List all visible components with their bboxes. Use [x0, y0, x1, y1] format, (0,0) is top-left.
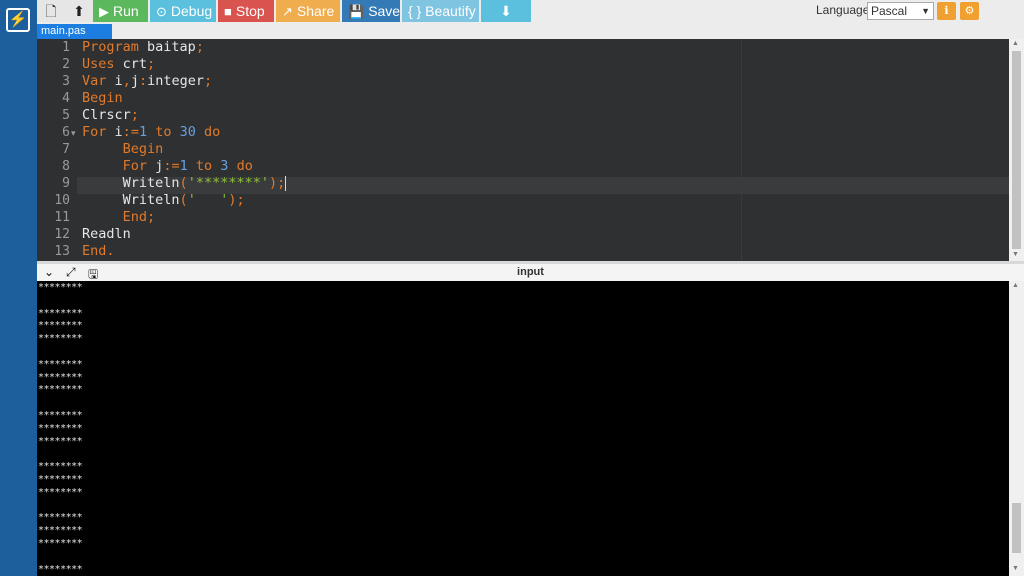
code-line: For i:=1 to 30 do [82, 124, 221, 140]
lightning-logo-icon[interactable]: ⚡ [6, 8, 30, 32]
console-line: ******** [38, 371, 83, 383]
console-line: ******** [38, 410, 83, 421]
toolbar: 🗋 ⬆ ▶ Run ⊙ Debug ■ Stop ↗ Share 💾 Save { } B… [37, 0, 1024, 22]
output-console[interactable]: ******** ******** ******** ******** ********… [37, 281, 1009, 576]
line-number: 5 [62, 108, 70, 123]
scroll-up-icon[interactable]: ▲ [1012, 282, 1019, 289]
debug-button[interactable]: ⊙ Debug [150, 0, 216, 22]
new-file-icon[interactable]: 🗋 [37, 0, 65, 22]
console-line: ******** [38, 461, 83, 473]
console-line: ******** [38, 384, 83, 396]
left-sidebar: ⚡ [0, 0, 37, 576]
line-number: 12 [54, 227, 70, 242]
line-number: 6 [62, 125, 70, 140]
download-icon: ⬇ [500, 3, 512, 19]
console-scrollbar[interactable]: ▲ ▼ [1009, 281, 1024, 576]
code-line: Writeln(' '); [122, 192, 245, 208]
code-line: Begin [82, 90, 123, 106]
debug-icon: ⊙ [156, 4, 167, 19]
line-number: 9 [62, 176, 70, 191]
line-number: 1 [62, 40, 70, 55]
scroll-down-icon[interactable]: ▼ [1012, 565, 1019, 572]
console-line: ******** [38, 320, 83, 332]
line-number: 2 [62, 57, 70, 72]
line-number: 7 [62, 142, 70, 157]
code-line: Readln [82, 226, 131, 242]
upload-icon[interactable]: ⬆ [65, 0, 93, 22]
code-line: Clrscr; [82, 107, 139, 123]
code-line: Var i,j:integer; [82, 73, 213, 89]
code-line: Begin [122, 141, 164, 157]
download-button[interactable]: ⬇ [481, 0, 531, 22]
code-line: For j:=1 to 3 do [122, 158, 253, 174]
line-number: 11 [54, 210, 70, 225]
line-number: 4 [62, 91, 70, 106]
console-line: ******** [38, 563, 83, 575]
scrollbar-thumb[interactable] [1012, 51, 1021, 249]
console-line: ******** [38, 282, 83, 293]
output-header: ⌄ ⤢ 🖫 input [37, 264, 1024, 281]
fold-arrow-icon[interactable]: ▾ [71, 128, 76, 139]
console-line: ******** [38, 474, 83, 485]
code-line: End; [122, 209, 156, 225]
save-icon: 💾 [348, 4, 365, 19]
tab-main-pas[interactable]: main.pas [37, 24, 112, 39]
scroll-up-icon[interactable]: ▲ [1012, 40, 1019, 47]
code-line: Program baitap; [82, 39, 204, 55]
share-button[interactable]: ↗ Share [276, 0, 340, 22]
console-line: ******** [38, 435, 83, 447]
gear-icon[interactable]: ⚙ [960, 2, 979, 20]
console-line: ******** [38, 333, 83, 345]
console-line: ******** [38, 512, 83, 524]
line-number: 10 [54, 193, 70, 208]
console-line: ******** [38, 486, 83, 498]
stop-button[interactable]: ■ Stop [218, 0, 274, 22]
output-title: input [517, 266, 544, 278]
share-icon: ↗ [282, 4, 293, 19]
scrollbar-thumb[interactable] [1012, 503, 1021, 553]
beautify-button[interactable]: { } Beautify [402, 0, 479, 22]
print-margin [741, 39, 742, 261]
code-line: End. [82, 243, 115, 259]
stop-icon: ■ [224, 4, 232, 19]
code-line: Writeln('********'); [122, 175, 287, 191]
console-line: ******** [38, 422, 83, 434]
text-cursor [285, 175, 287, 191]
file-tab-bar: main.pas [37, 22, 1024, 39]
line-number: 13 [54, 244, 70, 259]
run-button[interactable]: ▶ Run [93, 0, 148, 22]
language-label: Language [816, 3, 870, 17]
code-line: Uses crt; [82, 56, 156, 72]
save-button[interactable]: 💾 Save [342, 0, 400, 22]
editor-scrollbar[interactable]: ▲ ▼ [1009, 39, 1024, 261]
chevron-down-icon: ▼ [921, 6, 930, 16]
console-line: ******** [38, 307, 83, 319]
scroll-down-icon[interactable]: ▼ [1012, 251, 1019, 258]
line-number: 8 [62, 159, 70, 174]
console-line: ******** [38, 525, 83, 537]
language-select[interactable]: Pascal ▼ [867, 2, 934, 20]
info-icon[interactable]: ℹ [937, 2, 956, 20]
console-line: ******** [38, 538, 83, 549]
line-number: 3 [62, 74, 70, 89]
console-line: ******** [38, 358, 83, 370]
code-editor[interactable]: 1 2 3 4 5 6 ▾ 7 8 9 10 11 12 13 Program … [37, 39, 1009, 261]
play-icon: ▶ [99, 4, 109, 19]
